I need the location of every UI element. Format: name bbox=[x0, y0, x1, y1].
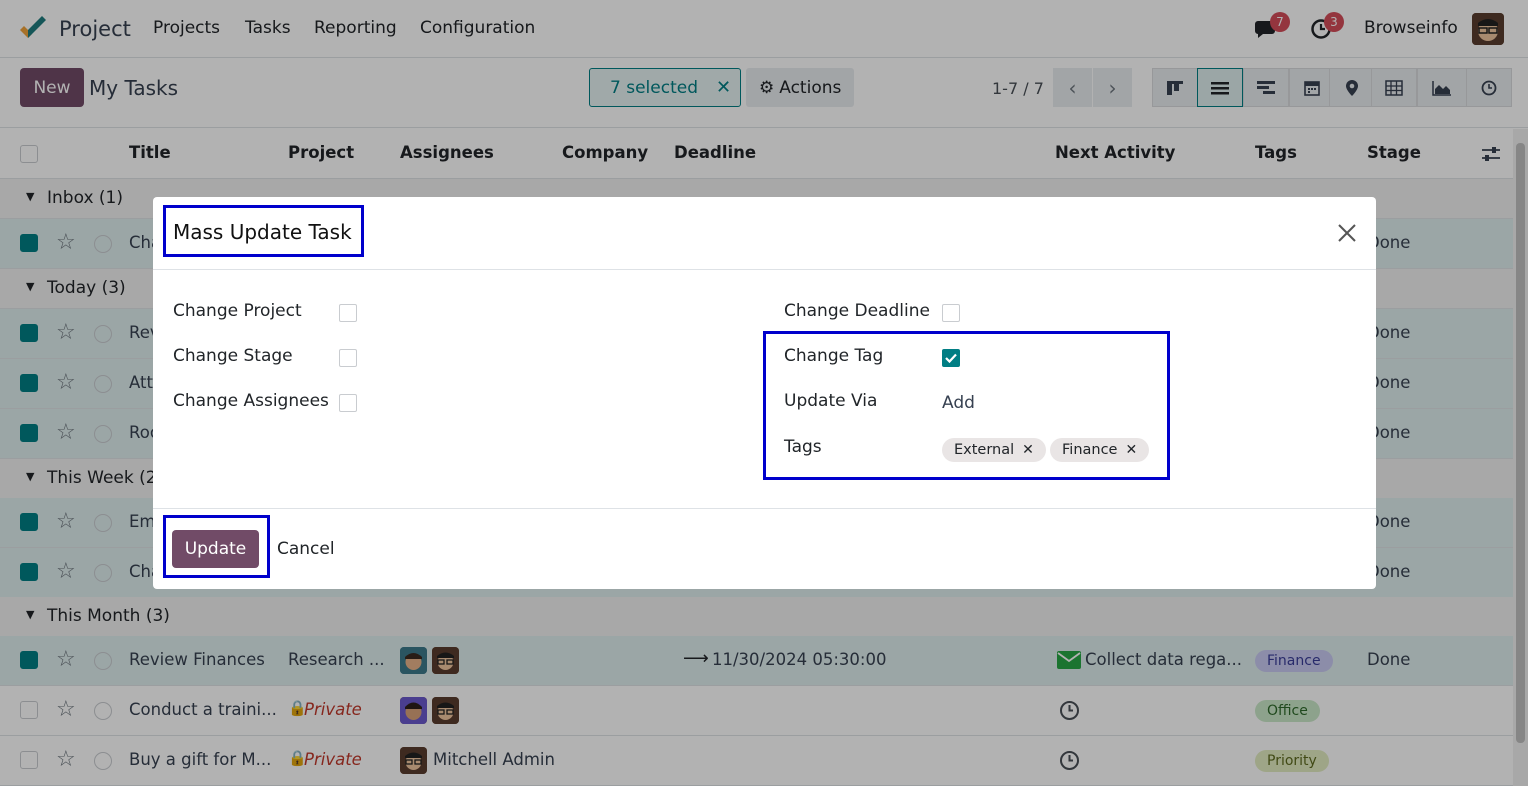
checkmark-icon bbox=[945, 353, 957, 364]
change-deadline-label: Change Deadline bbox=[784, 301, 930, 321]
tag-chip-external: External ✕ bbox=[942, 438, 1046, 462]
change-assignees-checkbox[interactable] bbox=[339, 394, 357, 412]
change-project-label: Change Project bbox=[173, 301, 302, 321]
change-stage-checkbox[interactable] bbox=[339, 349, 357, 367]
mass-update-dialog: Mass Update Task Change Project Change S… bbox=[153, 197, 1376, 589]
change-assignees-label: Change Assignees bbox=[173, 391, 329, 411]
update-via-select[interactable]: Add bbox=[942, 393, 975, 413]
tag-chip-label: External bbox=[954, 442, 1015, 458]
change-project-checkbox[interactable] bbox=[339, 304, 357, 322]
cancel-button[interactable]: Cancel bbox=[277, 539, 335, 559]
remove-tag-icon[interactable]: ✕ bbox=[1125, 442, 1137, 458]
dialog-title: Mass Update Task bbox=[173, 220, 352, 244]
change-tag-label: Change Tag bbox=[784, 346, 884, 366]
remove-tag-icon[interactable]: ✕ bbox=[1022, 442, 1034, 458]
change-deadline-checkbox[interactable] bbox=[942, 304, 960, 322]
update-button[interactable]: Update bbox=[172, 530, 259, 568]
tags-label: Tags bbox=[784, 437, 822, 457]
close-icon[interactable] bbox=[1337, 223, 1357, 243]
update-via-label: Update Via bbox=[784, 391, 878, 411]
tag-chip-label: Finance bbox=[1062, 442, 1118, 458]
dialog-footer-divider bbox=[153, 508, 1376, 509]
tag-chip-finance: Finance ✕ bbox=[1050, 438, 1150, 462]
change-stage-label: Change Stage bbox=[173, 346, 293, 366]
change-tag-checkbox[interactable] bbox=[942, 349, 960, 367]
